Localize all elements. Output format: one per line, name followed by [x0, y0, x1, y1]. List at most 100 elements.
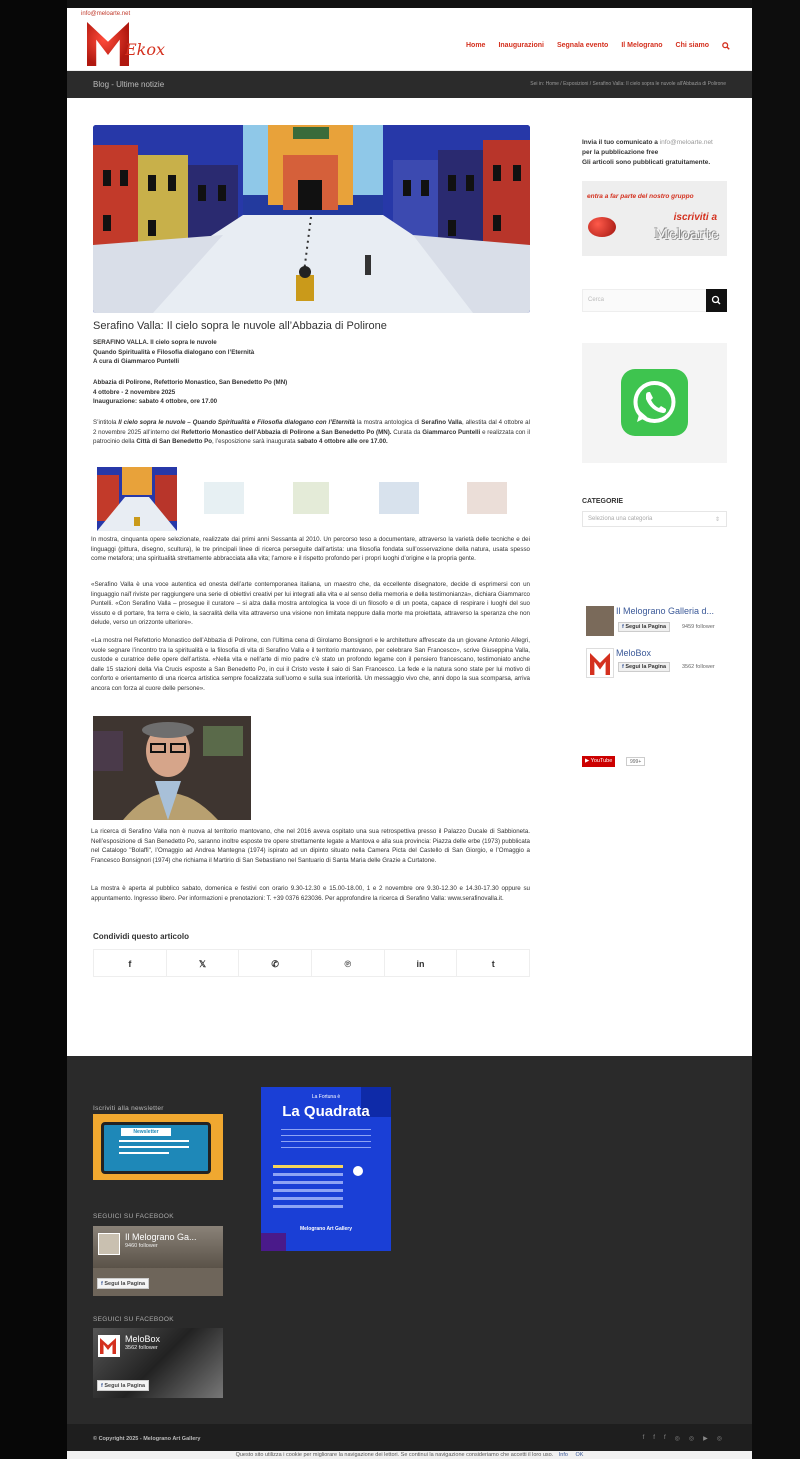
- cookie-info-link[interactable]: Info: [559, 1452, 568, 1458]
- footer-fb-widget-1[interactable]: Il Melograno Ga... 9460 follower f Segui…: [93, 1226, 223, 1296]
- facebook-icon[interactable]: f: [653, 1435, 655, 1442]
- youtube-count: 999+: [626, 757, 646, 766]
- intro-line: SERAFINO VALLA. Il cielo sopra le nuvole: [93, 339, 217, 346]
- header-email[interactable]: info@meloarte.net: [81, 11, 130, 17]
- poster-list-line: [273, 1173, 343, 1176]
- youtube-icon[interactable]: ▶: [703, 1435, 708, 1442]
- fb-page-widget-1: Il Melograno Galleria d... f Segui la Pa…: [582, 603, 727, 641]
- poster-footer: Melograno Art Gallery: [299, 1226, 353, 1232]
- nav-il-melograno[interactable]: Il Melograno: [621, 42, 662, 52]
- cookie-text: Questo sito utilizza i cookie per miglio…: [235, 1452, 554, 1458]
- intro-line: Inaugurazione: sabato 4 ottobre, ore 17.…: [93, 398, 218, 406]
- search-icon[interactable]: [722, 42, 730, 52]
- share-bar: f 𝕏 ✆ ℗ in t: [93, 949, 530, 977]
- fb2-follow-button[interactable]: f Segui la Pagina: [618, 662, 671, 672]
- p1-text: S’intitola: [93, 419, 119, 426]
- fb2-followers: 3562 follower: [682, 664, 715, 670]
- facebook-icon[interactable]: f: [643, 1435, 645, 1442]
- fbw2-follow-label: Segui la Pagina: [104, 1383, 146, 1389]
- newsletter-image[interactable]: Newsletter: [93, 1114, 223, 1180]
- intro-line: Abbazia di Polirone, Refettorio Monastic…: [93, 379, 288, 386]
- gallery-thumb[interactable]: [467, 482, 507, 514]
- cookie-ok-button[interactable]: OK: [575, 1452, 583, 1458]
- poster-list-line: [273, 1181, 343, 1184]
- fb-page-thumb: [98, 1233, 120, 1255]
- gallery-thumb[interactable]: [293, 482, 329, 514]
- footer-fb-widget-2[interactable]: MeloBox 3562 follower f Segui la Pagina: [93, 1328, 223, 1398]
- gallery-thumb[interactable]: [204, 482, 244, 514]
- page-title[interactable]: Blog - Ultime notizie: [93, 80, 164, 89]
- fbw1-followers: 9460 follower: [125, 1243, 158, 1249]
- facebook-title-1: SEGUICI SU FACEBOOK: [93, 1213, 174, 1220]
- youtube-label: YouTube: [590, 758, 613, 764]
- fb2-follow-label: Segui la Pagina: [625, 664, 667, 670]
- post-paragraph-3: «Serafino Valla è una voce autentica ed …: [91, 581, 530, 627]
- newsletter-title: Iscriviti alla newsletter: [93, 1105, 164, 1112]
- newsletter-line: [119, 1140, 189, 1142]
- instagram-icon[interactable]: ◎: [689, 1435, 694, 1442]
- poster-list-line: [273, 1197, 343, 1200]
- p1-artist: Serafino Valla: [421, 419, 462, 426]
- fb1-follow-label: Segui la Pagina: [625, 624, 667, 630]
- hero-image: [93, 125, 530, 313]
- linkedin-share-icon[interactable]: in: [385, 950, 458, 976]
- pinterest-share-icon[interactable]: ℗: [312, 950, 385, 976]
- whatsapp-share-icon[interactable]: ✆: [239, 950, 313, 976]
- search-button[interactable]: [706, 289, 727, 312]
- p1-text: Curata da: [391, 428, 423, 436]
- sidebar-banner-iscriviti[interactable]: entra a far parte del nostro gruppo iscr…: [582, 181, 727, 256]
- artist-photo: [93, 716, 251, 820]
- melobox-logo-icon: [590, 653, 610, 675]
- youtube-subscribe-button[interactable]: ▶ YouTube: [582, 756, 616, 767]
- invia-text: Invia il tuo comunicato a: [582, 139, 660, 146]
- instagram-icon[interactable]: ◎: [675, 1435, 680, 1442]
- top-strip: [67, 0, 752, 8]
- nav-segnala-evento[interactable]: Segnala evento: [557, 42, 608, 52]
- poster-title: La Quadrata: [282, 1103, 370, 1120]
- whatsapp-widget[interactable]: [582, 343, 727, 463]
- post-title: Serafino Valla: Il cielo sopra le nuvole…: [93, 320, 387, 332]
- breadcrumb[interactable]: Sei in: Home / Esposizioni / Serafino Va…: [530, 81, 726, 87]
- categorie-title: CATEGORIE: [582, 498, 624, 505]
- gallery-thumb[interactable]: [97, 467, 177, 531]
- facebook-share-icon[interactable]: f: [94, 950, 167, 976]
- poster-line: [281, 1147, 371, 1148]
- x-share-icon[interactable]: 𝕏: [167, 950, 240, 976]
- search-input[interactable]: Cerca: [588, 297, 604, 303]
- fb1-followers: 9459 follower: [682, 624, 715, 630]
- fb1-name[interactable]: Il Melograno Galleria d...: [616, 606, 726, 616]
- post-intro-2: Abbazia di Polirone, Refettorio Monastic…: [93, 378, 530, 407]
- logo-text: Ekox: [125, 40, 166, 59]
- invia-line: Gli articoli sono pubblicati gratuitamen…: [582, 158, 711, 166]
- nav-chi-siamo[interactable]: Chi siamo: [676, 42, 709, 52]
- fbw2-follow-button[interactable]: f Segui la Pagina: [97, 1380, 150, 1391]
- categorie-select[interactable]: Seleziona una categoria ⇕: [582, 511, 727, 527]
- share-title: Condividi questo articolo: [93, 932, 190, 941]
- p1-venue: Refettorio Monastico dell’Abbazia di Pol…: [181, 428, 392, 436]
- fb2-name[interactable]: MeloBox: [616, 648, 651, 658]
- tumblr-share-icon[interactable]: t: [457, 950, 529, 976]
- logo-m-shape: [87, 22, 129, 66]
- intro-line: 4 ottobre - 2 novembre 2025: [93, 388, 176, 396]
- fbw1-follow-button[interactable]: f Segui la Pagina: [97, 1278, 150, 1289]
- fbw1-name: Il Melograno Ga...: [125, 1232, 197, 1242]
- nav-inaugurazioni[interactable]: Inaugurazioni: [498, 42, 544, 52]
- gallery-thumb[interactable]: [379, 482, 419, 514]
- la-quadrata-poster[interactable]: La Fortuna è La Quadrata Melograno Art G…: [261, 1087, 391, 1251]
- fbw2-name: MeloBox: [125, 1334, 161, 1344]
- banner-fruit: [588, 217, 616, 237]
- site-logo[interactable]: Ekox: [87, 22, 165, 66]
- fb-page-widget-2: MeloBox f Segui la Pagina 3562 follower: [582, 645, 727, 683]
- image-gallery: [97, 467, 517, 531]
- nav-home[interactable]: Home: [466, 42, 485, 52]
- fbw1-follow-label: Segui la Pagina: [104, 1281, 146, 1287]
- sidebar-invia: Invia il tuo comunicato a info@meloarte.…: [582, 138, 727, 167]
- whatsapp-icon[interactable]: ◎: [717, 1435, 722, 1442]
- poster-list-line: [273, 1205, 343, 1208]
- facebook-icon[interactable]: f: [664, 1435, 666, 1442]
- fb1-thumb[interactable]: [586, 606, 614, 636]
- fb1-follow-button[interactable]: f Segui la Pagina: [618, 622, 671, 632]
- invia-email-link[interactable]: info@meloarte.net: [660, 139, 713, 146]
- fb2-thumb[interactable]: [586, 648, 614, 678]
- intro-line: Quando Spiritualità e Filosofia dialogan…: [93, 348, 255, 356]
